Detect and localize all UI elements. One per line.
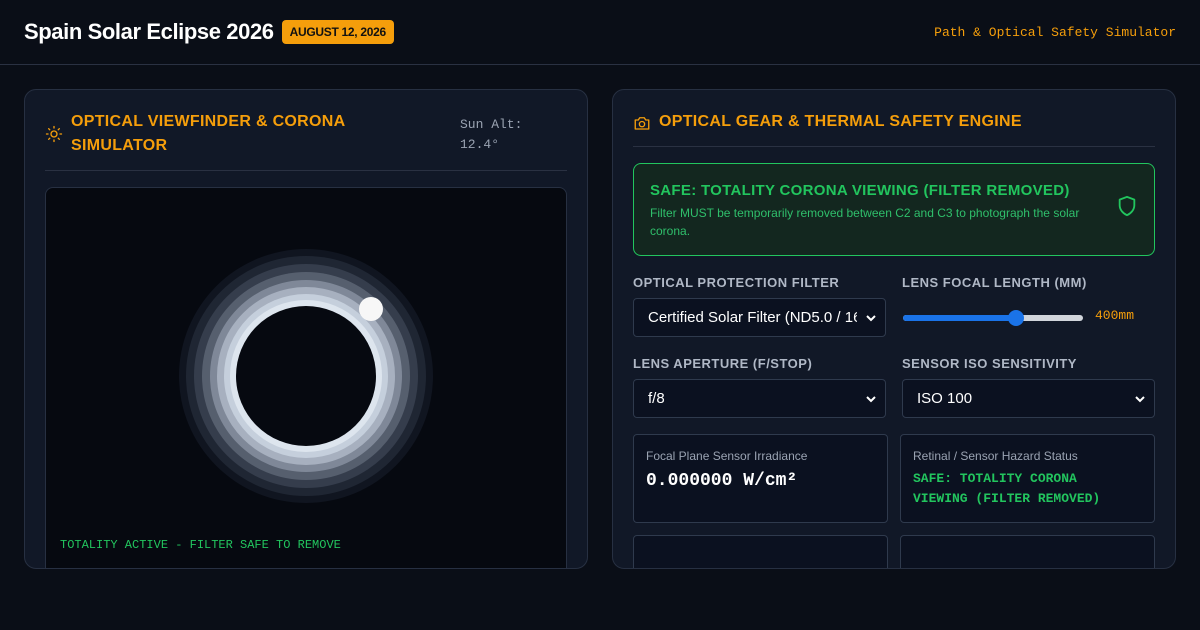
focal-length-value: 400mm: [1095, 308, 1135, 323]
iso-select[interactable]: ISO 100: [902, 379, 1155, 418]
aperture-label: LENS APERTURE (F/STOP): [633, 356, 813, 371]
shield-icon: [1118, 195, 1136, 217]
sun-icon: [45, 125, 63, 143]
gear-panel-header: OPTICAL GEAR & THERMAL SAFETY ENGINE: [633, 90, 1155, 147]
info-card: [633, 535, 888, 568]
viewfinder-panel-header: OPTICAL VIEWFINDER & CORONA SIMULATOR Su…: [45, 90, 567, 171]
filter-label: OPTICAL PROTECTION FILTER: [633, 275, 840, 290]
app-title: Spain Solar Eclipse 2026: [24, 19, 274, 44]
sun-alt-label: Sun Alt:: [460, 117, 523, 132]
safety-alert-title: SAFE: TOTALITY CORONA VIEWING (FILTER RE…: [650, 182, 1070, 199]
filter-select[interactable]: Certified Solar Filter (ND5.0 / 16.6 sto…: [633, 298, 886, 337]
chevron-down-icon: [866, 396, 876, 403]
viewfinder-title: OPTICAL VIEWFINDER & CORONA SIMULATOR: [71, 113, 345, 154]
info-card: [900, 535, 1155, 568]
focal-length-label: LENS FOCAL LENGTH (MM): [902, 275, 1087, 290]
filter-selected-value: Certified Solar Filter (ND5.0 / 16.6 sto…: [648, 309, 857, 326]
focal-length-slider-thumb[interactable]: [1007, 310, 1024, 326]
irradiance-label: Focal Plane Sensor Irradiance: [646, 449, 808, 463]
chevron-down-icon: [1135, 396, 1145, 403]
gear-panel: OPTICAL GEAR & THERMAL SAFETY ENGINE SAF…: [612, 89, 1176, 569]
irradiance-value: 0.000000 W/cm²: [646, 471, 798, 491]
aperture-select[interactable]: f/8: [633, 379, 886, 418]
iso-selected-value: ISO 100: [917, 390, 973, 407]
sun-altitude-readout: Sun Alt: 12.4°: [460, 115, 550, 155]
sun-alt-value: 12.4°: [460, 137, 500, 152]
app-header: Spain Solar Eclipse 2026 AUGUST 12, 2026…: [0, 0, 1200, 65]
hazard-card: Retinal / Sensor Hazard Status SAFE: TOT…: [900, 434, 1155, 523]
hazard-value: SAFE: TOTALITY CORONA VIEWING (FILTER RE…: [913, 471, 1101, 506]
safety-alert: SAFE: TOTALITY CORONA VIEWING (FILTER RE…: [633, 163, 1155, 256]
viewfinder-panel: OPTICAL VIEWFINDER & CORONA SIMULATOR Su…: [24, 89, 588, 569]
gear-title: OPTICAL GEAR & THERMAL SAFETY ENGINE: [659, 113, 1022, 130]
iso-label: SENSOR ISO SENSITIVITY: [902, 356, 1077, 371]
focal-length-slider[interactable]: [903, 310, 1083, 326]
moon-disk: [236, 306, 376, 446]
viewfinder-display: TOTALITY ACTIVE - FILTER SAFE TO REMOVE: [45, 187, 567, 568]
date-badge: AUGUST 12, 2026: [281, 20, 394, 44]
hazard-label: Retinal / Sensor Hazard Status: [913, 449, 1078, 463]
camera-icon: [634, 117, 650, 130]
eclipse-corona-graphic: [179, 249, 433, 503]
diamond-ring-bead: [359, 297, 383, 321]
safety-alert-description: Filter MUST be temporarily removed betwe…: [650, 206, 1080, 238]
aperture-selected-value: f/8: [648, 390, 665, 407]
irradiance-card: Focal Plane Sensor Irradiance 0.000000 W…: [633, 434, 888, 523]
viewfinder-status-text: TOTALITY ACTIVE - FILTER SAFE TO REMOVE: [60, 538, 341, 552]
app-subtitle: Path & Optical Safety Simulator: [934, 24, 1176, 40]
focal-length-slider-fill: [903, 315, 1016, 321]
chevron-down-icon: [866, 315, 876, 322]
